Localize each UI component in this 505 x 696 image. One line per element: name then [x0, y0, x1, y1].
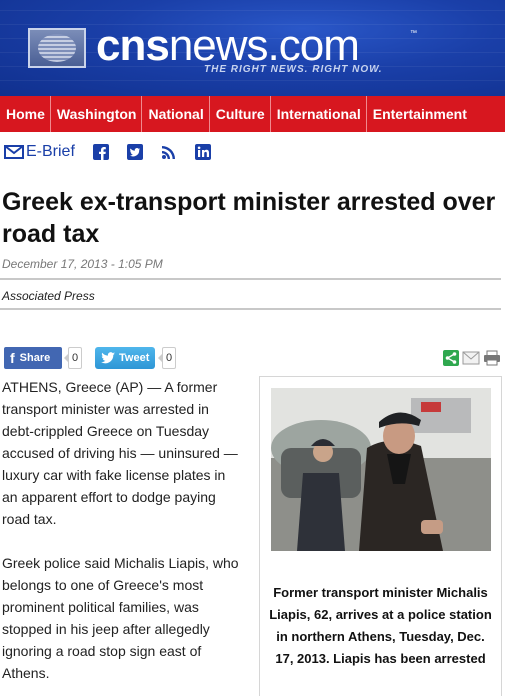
- share-icon[interactable]: [443, 350, 459, 366]
- nav-item-washington[interactable]: Washington: [51, 96, 143, 132]
- article-byline: Associated Press: [2, 289, 95, 303]
- nav-item-entertainment[interactable]: Entertainment: [367, 96, 472, 132]
- site-logo[interactable]: cnsnews.com: [96, 21, 360, 70]
- article-date: December 17, 2013 - 1:05 PM: [2, 257, 163, 271]
- print-icon[interactable]: [483, 350, 501, 366]
- nav-item-international[interactable]: International: [271, 96, 367, 132]
- article-body: ATHENS, Greece (AP) — A former transport…: [2, 376, 242, 696]
- facebook-share-button[interactable]: f Share: [4, 347, 62, 369]
- main-nav: Home Washington National Culture Interna…: [0, 96, 505, 132]
- photo-box: Former transport minister Michalis Liapi…: [259, 376, 502, 696]
- photo-caption: Former transport minister Michalis Liapi…: [269, 585, 492, 666]
- article-title: Greek ex-transport minister arrested ove…: [2, 188, 496, 248]
- divider: [0, 308, 501, 310]
- facebook-share-label: Share: [19, 352, 51, 364]
- twitter-bird-icon: [101, 352, 115, 364]
- divider: [0, 278, 501, 280]
- tweet-count: 0: [157, 347, 177, 369]
- envelope-icon: [4, 145, 24, 159]
- brand-bold: cns: [96, 21, 170, 70]
- email-icon[interactable]: [462, 350, 480, 366]
- facebook-icon[interactable]: [92, 144, 109, 160]
- linkedin-icon[interactable]: [194, 144, 211, 160]
- site-header: cnsnews.com ™ THE RIGHT NEWS. RIGHT NOW.: [0, 0, 505, 96]
- tweet-label: Tweet: [119, 352, 150, 364]
- twitter-icon[interactable]: [126, 144, 143, 160]
- facebook-share-count: 0: [63, 347, 83, 369]
- rss-icon[interactable]: [161, 144, 177, 160]
- nav-item-home[interactable]: Home: [0, 96, 51, 132]
- article-paragraph: ATHENS, Greece (AP) — A former transport…: [2, 379, 238, 527]
- trademark: ™: [410, 30, 417, 37]
- tweet-button[interactable]: Tweet: [95, 347, 155, 369]
- article-photo[interactable]: [271, 388, 491, 551]
- social-bar: E-Brief: [4, 141, 211, 163]
- site-tagline: THE RIGHT NEWS. RIGHT NOW.: [204, 64, 383, 75]
- facebook-f-icon: f: [10, 350, 15, 366]
- nav-item-culture[interactable]: Culture: [210, 96, 271, 132]
- article-paragraph: Greek police said Michalis Liapis, who b…: [2, 555, 239, 681]
- nav-item-national[interactable]: National: [142, 96, 210, 132]
- ebrief-link[interactable]: E-Brief: [4, 143, 75, 161]
- ebrief-label: E-Brief: [26, 143, 75, 160]
- article-tools: [443, 350, 504, 366]
- brand-light: news.com: [168, 21, 360, 70]
- globe-logo[interactable]: [28, 28, 86, 68]
